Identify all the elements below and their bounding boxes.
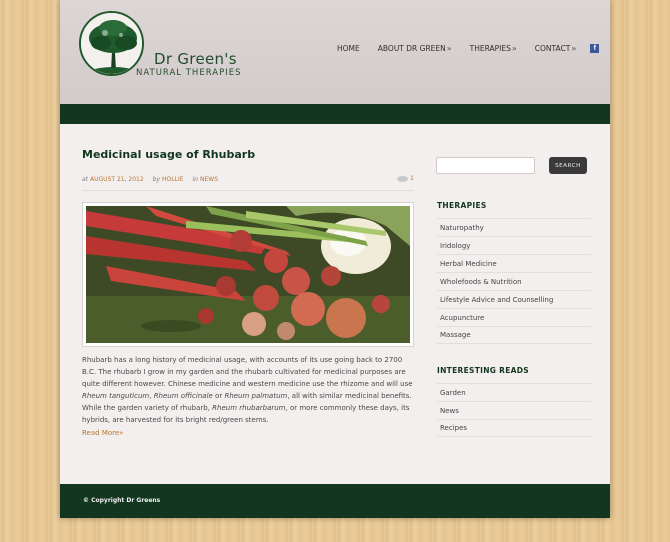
therapies-list: Naturopathy Iridology Herbal Medicine Wh… (437, 218, 591, 344)
therapy-link-wholefoods[interactable]: Wholefoods & Nutrition (437, 272, 591, 290)
submenu-arrow-icon: » (511, 44, 517, 53)
read-more-label: Read More (82, 429, 120, 437)
meta-in-label: in (192, 176, 198, 183)
submenu-arrow-icon: » (571, 44, 577, 53)
nav-therapies-label: THERAPIES (469, 44, 511, 53)
site-header: Dr Green's NATURAL THERAPIES HOME ABOUT … (60, 0, 610, 104)
reads-list: Garden News Recipes (437, 383, 591, 437)
brand-name[interactable]: Dr Green's (154, 50, 237, 68)
excerpt-text-3: or (212, 392, 225, 400)
nav-therapies[interactable]: THERAPIES» (470, 44, 517, 53)
nav-home-label: HOME (337, 44, 360, 53)
meta-at-label: at (82, 176, 89, 183)
meta-divider (82, 190, 414, 191)
brand-tagline[interactable]: NATURAL THERAPIES (136, 68, 241, 78)
excerpt-species-3: Rheum palmatum (224, 392, 288, 400)
therapy-link-herbal-medicine[interactable]: Herbal Medicine (437, 254, 591, 272)
read-more-link[interactable]: Read More» (82, 429, 123, 437)
post-image-frame (82, 202, 414, 347)
excerpt-species-4: Rheum rhubarbarum (212, 404, 286, 412)
tree-logo-icon[interactable] (79, 11, 144, 76)
nav-contact-label: CONTACT (534, 44, 571, 53)
reads-link-garden[interactable]: Garden (437, 383, 591, 401)
page-wrapper: Dr Green's NATURAL THERAPIES HOME ABOUT … (60, 0, 610, 518)
meta-by-label: by (152, 176, 161, 183)
therapies-widget-title: THERAPIES (437, 201, 487, 210)
nav-about[interactable]: ABOUT DR GREEN» (378, 44, 452, 53)
nav-home[interactable]: HOME (337, 44, 360, 53)
header-band (60, 104, 610, 124)
excerpt-species-2: Rheum officinale (153, 392, 213, 400)
main-content: Medicinal usage of Rhubarb at AUGUST 21,… (60, 124, 610, 484)
search-input[interactable] (436, 157, 535, 174)
search-button[interactable]: SEARCH (549, 157, 587, 174)
read-more-arrow-icon: » (119, 429, 124, 437)
submenu-arrow-icon: » (446, 44, 452, 53)
post-title[interactable]: Medicinal usage of Rhubarb (82, 148, 255, 161)
reads-widget-title: INTERESTING READS (437, 366, 529, 375)
post-image[interactable] (86, 206, 410, 343)
site-footer: © Copyright Dr Greens (60, 484, 610, 518)
nav-about-label: ABOUT DR GREEN (377, 44, 446, 53)
footer-copyright: © Copyright Dr Greens (83, 497, 161, 504)
therapy-link-acupuncture[interactable]: Acupuncture (437, 308, 591, 326)
comment-count[interactable]: 1 (410, 175, 414, 182)
post-date-link[interactable]: AUGUST 21, 2012 (90, 176, 144, 183)
therapy-link-massage[interactable]: Massage (437, 326, 591, 344)
nav-contact[interactable]: CONTACT» (535, 44, 576, 53)
therapy-link-lifestyle[interactable]: Lifestyle Advice and Counselling (437, 290, 591, 308)
reads-link-news[interactable]: News (437, 401, 591, 419)
main-nav: HOME ABOUT DR GREEN» THERAPIES» CONTACT»… (337, 44, 600, 53)
excerpt-species-1: Rheum tanguticum (82, 392, 150, 400)
post-excerpt: Rhubarb has a long history of medicinal … (82, 354, 414, 426)
therapy-link-iridology[interactable]: Iridology (437, 236, 591, 254)
therapy-link-naturopathy[interactable]: Naturopathy (437, 218, 591, 236)
post-meta: at AUGUST 21, 2012 by HOLLIE in NEWS (82, 176, 218, 183)
comment-icon[interactable] (397, 176, 408, 182)
facebook-icon[interactable]: f (590, 44, 600, 53)
excerpt-text-1: Rhubarb has a long history of medicinal … (82, 356, 413, 388)
post-category-link[interactable]: NEWS (200, 176, 218, 183)
reads-link-recipes[interactable]: Recipes (437, 419, 591, 437)
post-author-link[interactable]: HOLLIE (162, 176, 183, 183)
